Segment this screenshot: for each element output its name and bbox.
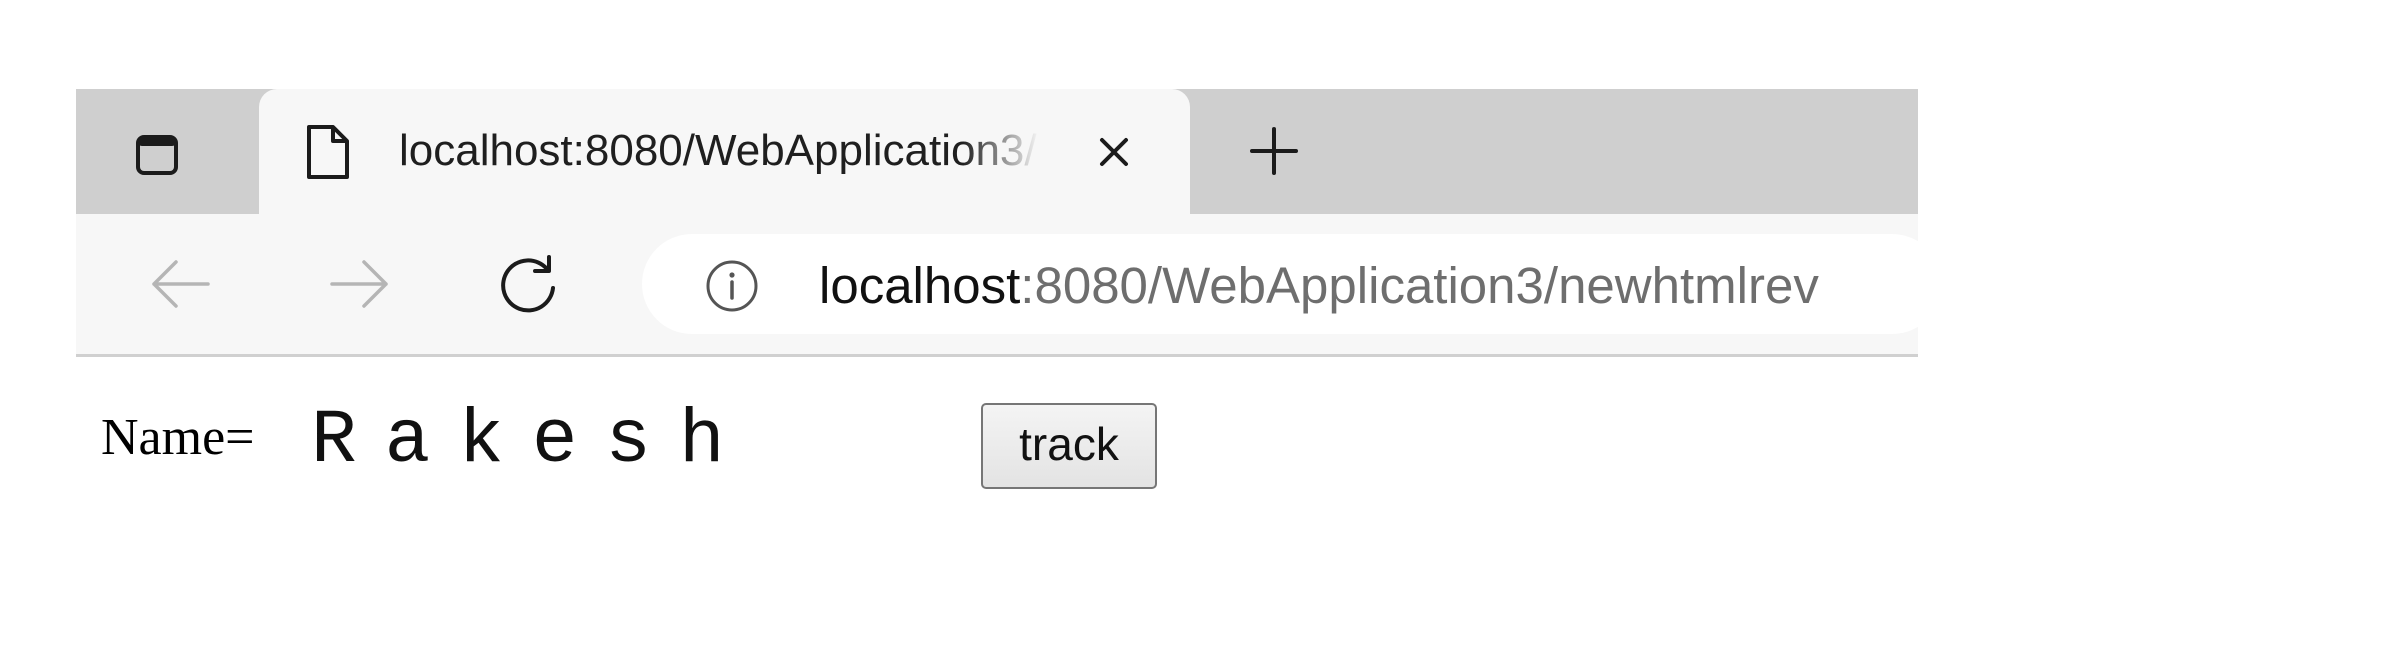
name-value: Rakesh: [311, 398, 753, 484]
track-button[interactable]: track: [981, 403, 1157, 489]
page: localhost:8080/WebApplication3/ localhos…: [0, 0, 2400, 656]
name-label: Name=: [101, 409, 255, 466]
page-content: Name= Rakesh track: [0, 0, 2400, 656]
